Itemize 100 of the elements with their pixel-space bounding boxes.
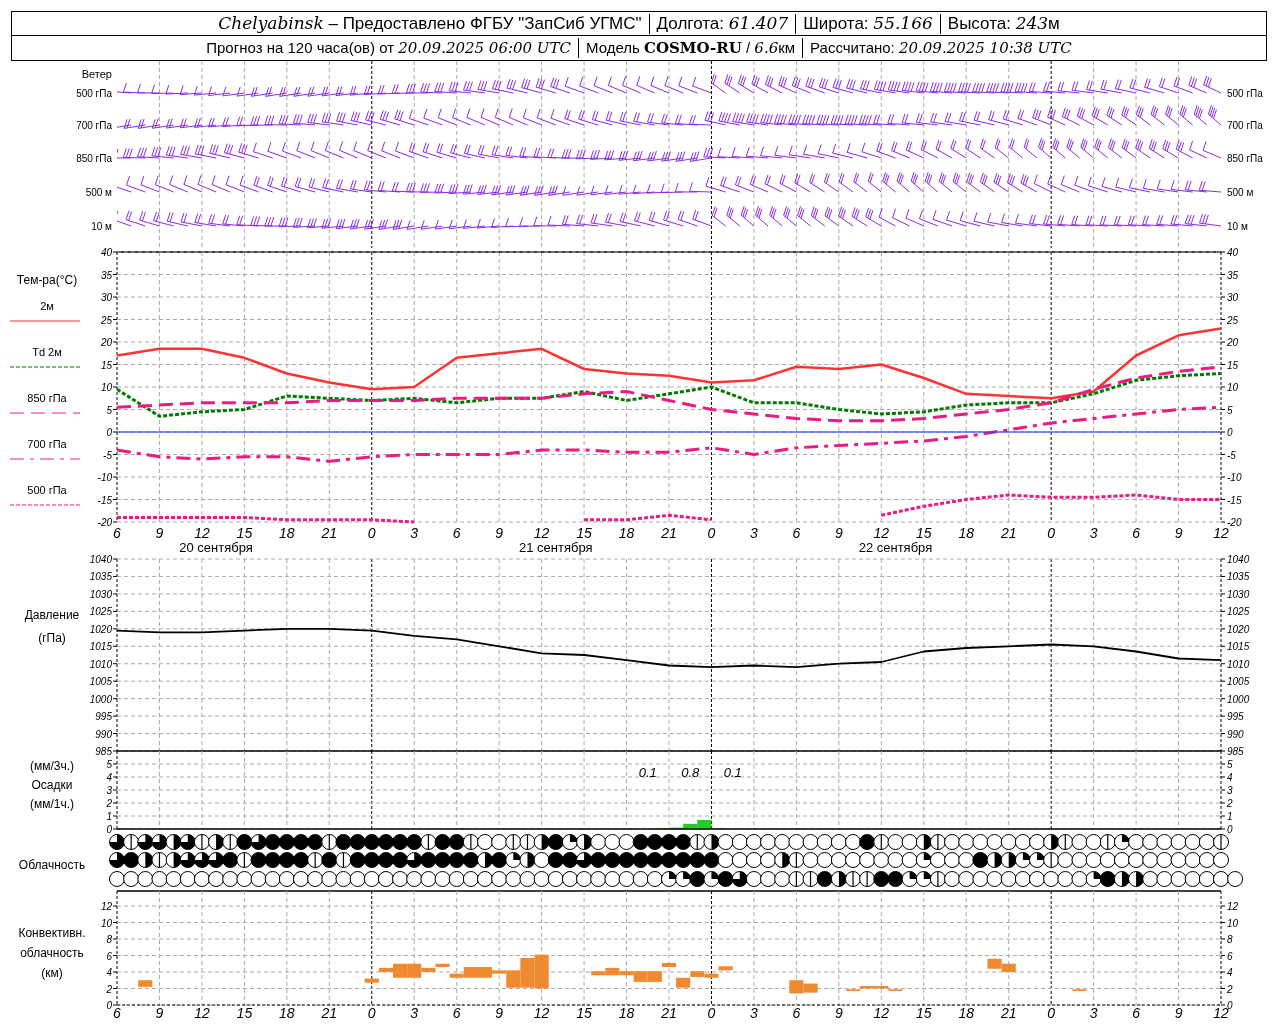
header-text: Chelyabinsk – Предоставлено ФГБУ "ЗапСиб УГМС" <box>218 11 642 35</box>
axis-tick-label: 1010 <box>1227 658 1250 670</box>
axis-tick-label: 0 <box>106 427 112 438</box>
panel-title: (гПа) <box>38 631 66 645</box>
axis-tick-label: 1 <box>106 811 112 822</box>
legend-label: 2м <box>40 300 54 312</box>
level-label: 500 м <box>85 187 112 198</box>
axis-tick-label: 20 <box>100 337 112 348</box>
axis-tick-label: 985 <box>1227 746 1244 757</box>
header-text: Долгота: 61.407 <box>656 11 789 35</box>
axis-tick-label: 2 <box>106 983 112 995</box>
level-label: 500 м <box>1227 187 1254 198</box>
axis-tick-label: 12 <box>873 1005 890 1021</box>
axis-tick-label: 1035 <box>1227 571 1250 583</box>
panel-title: Облачность <box>18 858 86 872</box>
axis-tick-label: 12 <box>1213 525 1229 541</box>
axis-tick-label: 8 <box>1227 934 1233 945</box>
axis-tick-label: 990 <box>1227 728 1244 740</box>
axis-tick-label: 12 <box>1227 901 1239 912</box>
axis-tick-label: -20 <box>1227 517 1242 528</box>
value-label: 0.1 <box>723 765 742 780</box>
axis-tick-label: 1005 <box>1227 676 1250 688</box>
axis-tick-label: 9 <box>495 525 504 541</box>
axis-tick-label: 1025 <box>1227 606 1250 618</box>
axis-tick-label: 10 <box>1227 917 1239 929</box>
axis-tick-label: 0 <box>707 525 716 541</box>
axis-tick-label: 3 <box>1089 525 1098 541</box>
axis-tick-label: 5 <box>1227 404 1233 416</box>
level-label: 10 м <box>1227 221 1248 232</box>
axis-tick-label: 1025 <box>89 606 112 618</box>
axis-tick-label: 9 <box>1174 525 1183 541</box>
axis-tick-label: 1015 <box>89 641 112 653</box>
panel-title: (мм/1ч.) <box>29 797 75 811</box>
axis-tick-label: 9 <box>834 1005 843 1021</box>
axis-tick-label: 20 <box>1227 337 1239 348</box>
axis-tick-label: 1040 <box>1227 554 1250 565</box>
legend-label: Td 2м <box>32 346 62 358</box>
axis-tick-label: 1010 <box>89 658 112 670</box>
level-label: 10 м <box>91 221 112 232</box>
axis-tick-label: 1030 <box>1227 588 1250 600</box>
axis-tick-label: 995 <box>95 711 112 723</box>
axis-tick-label: 4 <box>1227 967 1233 978</box>
axis-tick-label: 9 <box>495 1005 504 1021</box>
axis-tick-label: 21 <box>321 1005 338 1021</box>
axis-tick-label: 15 <box>576 1005 592 1021</box>
axis-tick-label: 21 <box>661 525 677 541</box>
legend-label: 500 гПа <box>27 484 67 496</box>
date-label: 20 сентября <box>179 540 253 555</box>
level-label: 500 гПа <box>76 88 112 99</box>
axis-tick-label: 2 <box>1227 983 1233 995</box>
value-label: 0.8 <box>681 765 700 780</box>
axis-tick-label: 2 <box>1227 798 1233 809</box>
axis-tick-label: 6 <box>1132 1005 1140 1021</box>
axis-tick-label: 6 <box>792 525 801 541</box>
panel-title: Тем-ра(°C) <box>16 273 78 287</box>
axis-tick-label: 3 <box>750 525 758 541</box>
axis-tick-label: 6 <box>1227 950 1233 962</box>
panel-title: (мм/3ч.) <box>29 759 75 773</box>
axis-tick-label: 995 <box>1227 711 1244 723</box>
axis-tick-label: 0 <box>707 1005 716 1021</box>
axis-tick-label: 1000 <box>89 693 112 705</box>
axis-tick-label: 0 <box>367 525 376 541</box>
axis-tick-label: 18 <box>958 525 974 541</box>
panel-title: Давление <box>24 608 80 622</box>
axis-tick-label: 15 <box>236 1005 253 1021</box>
axis-tick-label: 1005 <box>89 676 112 688</box>
axis-tick-label: 21 <box>1000 525 1017 541</box>
level-label: 850 гПа <box>76 153 112 164</box>
axis-tick-label: 6 <box>113 525 121 541</box>
axis-tick-label: 3 <box>1227 785 1233 796</box>
axis-tick-label: 15 <box>916 1005 932 1021</box>
axis-tick-label: 10 <box>100 382 112 393</box>
axis-tick-label: 9 <box>155 525 164 541</box>
axis-tick-label: 1000 <box>1227 693 1250 705</box>
axis-tick-label: 1030 <box>89 588 112 600</box>
axis-tick-label: 15 <box>236 525 253 541</box>
axis-tick-label: 12 <box>533 1005 550 1021</box>
axis-tick-label: 30 <box>1227 292 1239 303</box>
axis-tick-label: 3 <box>410 1005 419 1021</box>
axis-tick-label: -20 <box>97 517 112 528</box>
axis-tick-label: 990 <box>95 728 112 740</box>
value-label: 0.1 <box>638 765 657 780</box>
axis-tick-label: 12 <box>533 525 550 541</box>
axis-tick-label: 9 <box>155 1005 164 1021</box>
header-text: Прогноз на 120 часа(ов) от 20.09.2025 06:00 UTC <box>206 37 571 59</box>
axis-tick-label: 5 <box>106 759 112 770</box>
axis-tick-label: -10 <box>1227 472 1242 483</box>
axis-tick-label: 0 <box>367 1005 376 1021</box>
date-label: 21 сентября <box>519 540 593 555</box>
axis-tick-label: 0 <box>1227 824 1233 835</box>
panel-title: (км) <box>41 966 63 980</box>
axis-tick-label: 15 <box>1227 359 1239 371</box>
axis-tick-label: 6 <box>452 525 461 541</box>
axis-tick-label: 1020 <box>1227 623 1250 635</box>
axis-tick-label: -10 <box>97 472 112 483</box>
legend-label: 850 гПа <box>27 392 67 404</box>
axis-tick-label: 3 <box>750 1005 758 1021</box>
header-text: Рассчитано: 20.09.2025 10:38 UTC <box>810 37 1072 59</box>
axis-tick-label: 8 <box>106 934 112 945</box>
axis-tick-label: -5 <box>103 449 112 461</box>
